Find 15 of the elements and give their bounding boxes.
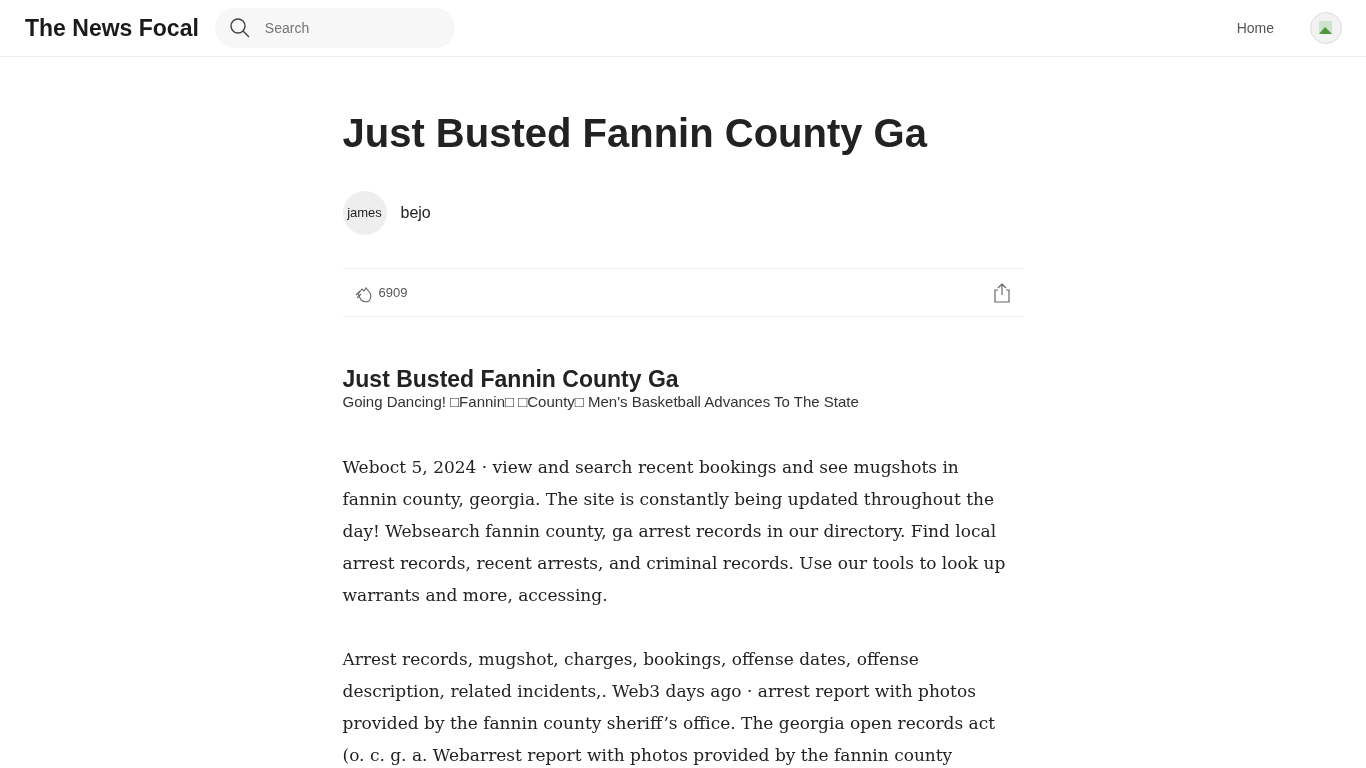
search-input[interactable]: Search	[262, 19, 437, 37]
author-avatar: james	[342, 191, 387, 235]
author-name[interactable]: bejo	[400, 204, 431, 222]
article-title: Just Busted Fannin County Ga	[342, 110, 929, 157]
site-logo[interactable]: The News Focal	[25, 14, 199, 42]
body-paragraph: Weboct 5, 2024 · view and search recent bookings and see mugshots in fannin county, georgia. The site is constantly being updated throughout the day! Websearch fannin county, ga arrest records in our directory. Find local arrest records, recent arrests, and criminal records. Use our tools to look up warrants and more, accessing.	[342, 456, 1007, 607]
avatar-circle[interactable]	[1310, 12, 1342, 44]
search-icon	[228, 17, 251, 39]
body-paragraph: Arrest records, mugshot, charges, bookings, offense dates, offense description, related incidents,. Web3 days ago · arrest report with photos provided by the fannin county sheriff’s office. The georgia open records act (o. c. g. a. Webarrest report with photos provided by the fannin county	[342, 648, 997, 767]
nav-link[interactable]: Home	[1236, 20, 1274, 36]
search-field[interactable]: Search	[214, 8, 455, 48]
section-heading: Just Busted Fannin County Ga	[342, 365, 680, 393]
image-alt-text: Going Dancing! □Fannin□ □County□ Men's Basketball Advances To The State	[342, 393, 860, 411]
share-icon[interactable]	[991, 281, 1012, 304]
clap-count: 6909	[378, 285, 408, 300]
